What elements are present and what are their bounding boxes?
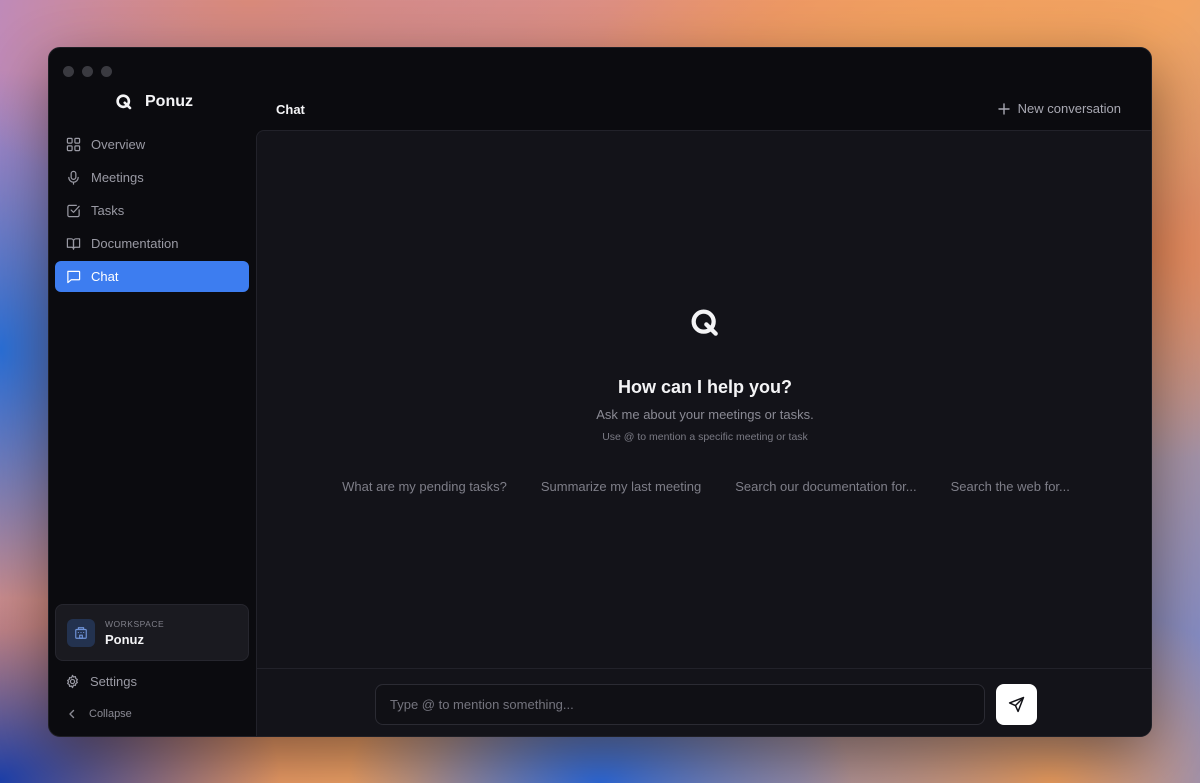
send-button[interactable]	[996, 684, 1037, 725]
app-name: Ponuz	[145, 93, 193, 110]
message-icon	[65, 269, 81, 285]
workspace-label: WORKSPACE	[105, 618, 165, 629]
page-title: Chat	[276, 102, 305, 117]
building-icon	[67, 618, 95, 647]
sidebar-item-label: Tasks	[91, 203, 125, 218]
empty-state-subtitle: Ask me about your meetings or tasks.	[596, 407, 814, 422]
sidebar: Ponuz Overview Meetings Tasks Documentat…	[49, 48, 255, 736]
sidebar-item-chat[interactable]: Chat	[55, 261, 249, 292]
suggestion-search-web[interactable]: Search the web for...	[951, 479, 1070, 494]
collapse-sidebar-button[interactable]: Collapse	[67, 708, 132, 720]
checkbox-icon	[65, 203, 81, 219]
sidebar-item-label: Chat	[91, 269, 119, 284]
empty-state-title: How can I help you?	[617, 377, 792, 397]
suggestion-search-docs[interactable]: Search our documentation for...	[735, 479, 916, 494]
new-conversation-button[interactable]: New conversation	[997, 101, 1121, 116]
composer	[257, 668, 1151, 736]
assistant-logo-icon	[257, 307, 1151, 339]
send-icon	[1008, 696, 1025, 713]
settings-label: Settings	[90, 674, 137, 689]
sidebar-item-label: Overview	[91, 137, 146, 152]
app-window: Ponuz Overview Meetings Tasks Documentat…	[48, 47, 1152, 737]
workspace-switcher[interactable]: WORKSPACE Ponuz	[55, 604, 249, 661]
sidebar-item-label: Meetings	[91, 170, 144, 185]
sidebar-item-overview[interactable]: Overview	[55, 129, 249, 160]
ponuz-logo-icon	[115, 93, 133, 111]
workspace-name: Ponuz	[105, 631, 144, 647]
workspace-info: WORKSPACE Ponuz	[105, 619, 164, 647]
chat-message-input[interactable]	[375, 684, 985, 725]
book-icon	[65, 236, 81, 252]
empty-state-hint: Use @ to mention a specific meeting or t…	[602, 431, 808, 443]
brand: Ponuz	[115, 93, 193, 111]
suggestion-list: What are my pending tasks? Summarize my …	[257, 479, 1151, 494]
gear-icon	[65, 674, 80, 689]
sidebar-item-tasks[interactable]: Tasks	[55, 195, 249, 226]
new-conversation-label: New conversation	[1017, 101, 1121, 116]
sidebar-item-label: Documentation	[91, 236, 179, 251]
settings-link[interactable]: Settings	[65, 674, 137, 689]
chevron-left-icon	[67, 709, 77, 719]
grid-icon	[65, 137, 81, 153]
plus-icon	[997, 102, 1010, 115]
suggestion-pending-tasks[interactable]: What are my pending tasks?	[342, 479, 507, 494]
sidebar-item-meetings[interactable]: Meetings	[55, 162, 249, 193]
microphone-icon	[65, 170, 81, 186]
sidebar-item-documentation[interactable]: Documentation	[55, 228, 249, 259]
suggestion-summarize-meeting[interactable]: Summarize my last meeting	[541, 479, 701, 494]
chat-panel: How can I help you? Ask me about your me…	[256, 130, 1151, 736]
sidebar-nav: Overview Meetings Tasks Documentation Ch…	[55, 129, 249, 294]
collapse-label: Collapse	[89, 708, 132, 720]
